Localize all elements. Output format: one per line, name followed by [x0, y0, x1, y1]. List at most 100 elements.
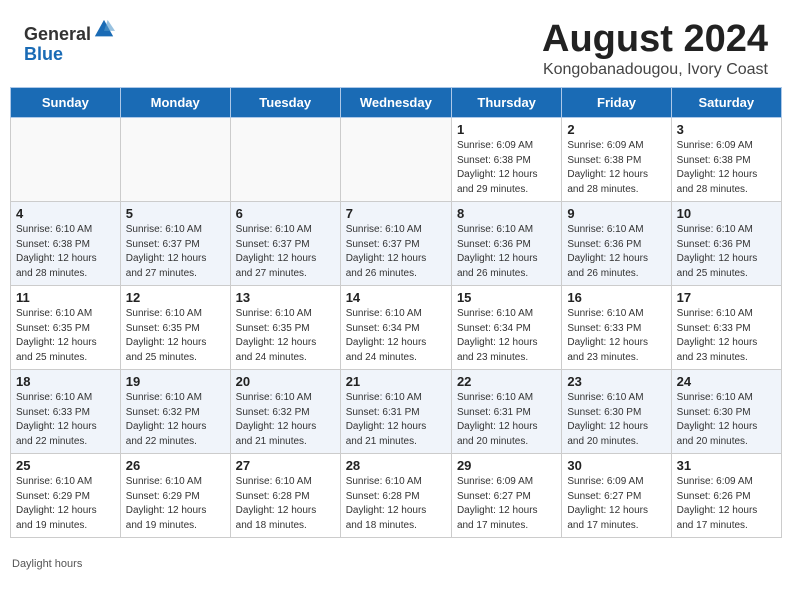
day-number: 31: [677, 458, 776, 473]
day-info: Sunrise: 6:09 AM Sunset: 6:38 PM Dayligh…: [457, 139, 556, 197]
calendar-day-cell: 25Sunrise: 6:10 AM Sunset: 6:29 PM Dayli…: [11, 454, 121, 538]
day-info: Sunrise: 6:10 AM Sunset: 6:31 PM Dayligh…: [346, 391, 446, 449]
day-number: 28: [346, 458, 446, 473]
calendar-week-row: 4 Sunrise: 6:10 AM Sunset: 6:38 PM Daylig…: [11, 202, 782, 286]
calendar-day-cell: 15Sunrise: 6:10 AM Sunset: 6:34 PM Dayli…: [451, 286, 561, 370]
day-number: 11: [16, 290, 115, 305]
calendar-day-cell: 31 Sunrise: 6:09 AM Sunset: 6:26 PM Dayli…: [671, 454, 781, 538]
day-info: Sunrise: 6:10 AM Sunset: 6:36 PM Dayligh…: [567, 223, 665, 281]
calendar-day-cell: [11, 118, 121, 202]
day-number: 29: [457, 458, 556, 473]
calendar-day-cell: 27 Sunrise: 6:10 AM Sunset: 6:28 PM Dayli…: [230, 454, 340, 538]
calendar-day-cell: 22 Sunrise: 6:10 AM Sunset: 6:31 PM Dayli…: [451, 370, 561, 454]
calendar-day-cell: 16Sunrise: 6:10 AM Sunset: 6:33 PM Dayli…: [562, 286, 671, 370]
day-number: 3: [677, 122, 776, 137]
calendar-week-row: 1 Sunrise: 6:09 AM Sunset: 6:38 PM Daylig…: [11, 118, 782, 202]
day-number: 27: [236, 458, 335, 473]
title-block: August 2024 Kongobanadougou, Ivory Coast: [542, 18, 768, 79]
day-of-week-row: SundayMondayTuesdayWednesdayThursdayFrid…: [11, 88, 782, 118]
day-info: Sunrise: 6:10 AM Sunset: 6:33 PM Dayligh…: [677, 307, 776, 365]
dow-header: Wednesday: [340, 88, 451, 118]
day-number: 5: [126, 206, 225, 221]
calendar-week-row: 18 Sunrise: 6:10 AM Sunset: 6:33 PM Dayli…: [11, 370, 782, 454]
day-number: 25: [16, 458, 115, 473]
logo-icon: [93, 18, 115, 40]
day-number: 19: [126, 374, 225, 389]
day-info: Sunrise: 6:10 AM Sunset: 6:38 PM Dayligh…: [16, 223, 115, 281]
calendar-day-cell: [340, 118, 451, 202]
day-info: Sunrise: 6:10 AM Sunset: 6:35 PM Dayligh…: [16, 307, 115, 365]
day-number: 26: [126, 458, 225, 473]
day-number: 22: [457, 374, 556, 389]
day-number: 14: [346, 290, 446, 305]
day-info: Sunrise: 6:09 AM Sunset: 6:26 PM Dayligh…: [677, 475, 776, 533]
day-info: Sunrise: 6:09 AM Sunset: 6:38 PM Dayligh…: [567, 139, 665, 197]
dow-header: Monday: [120, 88, 230, 118]
calendar-day-cell: 7 Sunrise: 6:10 AM Sunset: 6:37 PM Daylig…: [340, 202, 451, 286]
day-number: 2: [567, 122, 665, 137]
calendar-day-cell: 11 Sunrise: 6:10 AM Sunset: 6:35 PM Dayli…: [11, 286, 121, 370]
dow-header: Tuesday: [230, 88, 340, 118]
day-info: Sunrise: 6:10 AM Sunset: 6:37 PM Dayligh…: [126, 223, 225, 281]
day-info: Sunrise: 6:10 AM Sunset: 6:37 PM Dayligh…: [346, 223, 446, 281]
calendar-table: SundayMondayTuesdayWednesdayThursdayFrid…: [10, 87, 782, 538]
day-number: 10: [677, 206, 776, 221]
logo: General Blue: [24, 18, 115, 65]
calendar-day-cell: 12 Sunrise: 6:10 AM Sunset: 6:35 PM Dayli…: [120, 286, 230, 370]
calendar-day-cell: 24 Sunrise: 6:10 AM Sunset: 6:30 PM Dayli…: [671, 370, 781, 454]
calendar-day-cell: 1 Sunrise: 6:09 AM Sunset: 6:38 PM Daylig…: [451, 118, 561, 202]
day-info: Sunrise: 6:10 AM Sunset: 6:33 PM Dayligh…: [16, 391, 115, 449]
calendar-day-cell: 14 Sunrise: 6:10 AM Sunset: 6:34 PM Dayli…: [340, 286, 451, 370]
day-number: 17: [677, 290, 776, 305]
calendar-day-cell: 8Sunrise: 6:10 AM Sunset: 6:36 PM Daylig…: [451, 202, 561, 286]
calendar-day-cell: 9Sunrise: 6:10 AM Sunset: 6:36 PM Daylig…: [562, 202, 671, 286]
day-info: Sunrise: 6:10 AM Sunset: 6:29 PM Dayligh…: [126, 475, 225, 533]
day-info: Sunrise: 6:10 AM Sunset: 6:28 PM Dayligh…: [236, 475, 335, 533]
day-number: 6: [236, 206, 335, 221]
day-info: Sunrise: 6:09 AM Sunset: 6:27 PM Dayligh…: [567, 475, 665, 533]
day-info: Sunrise: 6:10 AM Sunset: 6:30 PM Dayligh…: [677, 391, 776, 449]
day-info: Sunrise: 6:10 AM Sunset: 6:34 PM Dayligh…: [346, 307, 446, 365]
calendar-wrap: SundayMondayTuesdayWednesdayThursdayFrid…: [0, 87, 792, 556]
dow-header: Saturday: [671, 88, 781, 118]
calendar-day-cell: 18 Sunrise: 6:10 AM Sunset: 6:33 PM Dayli…: [11, 370, 121, 454]
day-info: Sunrise: 6:10 AM Sunset: 6:37 PM Dayligh…: [236, 223, 335, 281]
day-info: Sunrise: 6:10 AM Sunset: 6:32 PM Dayligh…: [236, 391, 335, 449]
day-number: 7: [346, 206, 446, 221]
footer-note: Daylight hours: [0, 556, 792, 576]
day-number: 1: [457, 122, 556, 137]
calendar-day-cell: 21 Sunrise: 6:10 AM Sunset: 6:31 PM Dayli…: [340, 370, 451, 454]
day-info: Sunrise: 6:10 AM Sunset: 6:31 PM Dayligh…: [457, 391, 556, 449]
day-number: 20: [236, 374, 335, 389]
logo-general: General: [24, 24, 91, 44]
calendar-day-cell: 23Sunrise: 6:10 AM Sunset: 6:30 PM Dayli…: [562, 370, 671, 454]
day-number: 21: [346, 374, 446, 389]
calendar-day-cell: 29 Sunrise: 6:09 AM Sunset: 6:27 PM Dayli…: [451, 454, 561, 538]
day-number: 13: [236, 290, 335, 305]
day-info: Sunrise: 6:10 AM Sunset: 6:32 PM Dayligh…: [126, 391, 225, 449]
calendar-day-cell: 3Sunrise: 6:09 AM Sunset: 6:38 PM Daylig…: [671, 118, 781, 202]
day-number: 16: [567, 290, 665, 305]
calendar-day-cell: 10Sunrise: 6:10 AM Sunset: 6:36 PM Dayli…: [671, 202, 781, 286]
dow-header: Thursday: [451, 88, 561, 118]
day-info: Sunrise: 6:10 AM Sunset: 6:28 PM Dayligh…: [346, 475, 446, 533]
calendar-day-cell: [230, 118, 340, 202]
day-info: Sunrise: 6:10 AM Sunset: 6:35 PM Dayligh…: [126, 307, 225, 365]
page-header: General Blue August 2024 Kongobanadougou…: [0, 0, 792, 87]
calendar-day-cell: 2 Sunrise: 6:09 AM Sunset: 6:38 PM Daylig…: [562, 118, 671, 202]
calendar-week-row: 25 Sunrise: 6:10 AM Sunset: 6:29 PM Dayli…: [11, 454, 782, 538]
calendar-day-cell: 19 Sunrise: 6:10 AM Sunset: 6:32 PM Dayli…: [120, 370, 230, 454]
calendar-day-cell: 30 Sunrise: 6:09 AM Sunset: 6:27 PM Dayli…: [562, 454, 671, 538]
calendar-day-cell: 26 Sunrise: 6:10 AM Sunset: 6:29 PM Dayli…: [120, 454, 230, 538]
sub-title: Kongobanadougou, Ivory Coast: [542, 61, 768, 79]
day-number: 24: [677, 374, 776, 389]
day-info: Sunrise: 6:10 AM Sunset: 6:36 PM Dayligh…: [457, 223, 556, 281]
calendar-day-cell: 6 Sunrise: 6:10 AM Sunset: 6:37 PM Daylig…: [230, 202, 340, 286]
day-number: 12: [126, 290, 225, 305]
calendar-day-cell: 5 Sunrise: 6:10 AM Sunset: 6:37 PM Daylig…: [120, 202, 230, 286]
day-number: 30: [567, 458, 665, 473]
day-info: Sunrise: 6:09 AM Sunset: 6:27 PM Dayligh…: [457, 475, 556, 533]
day-number: 4: [16, 206, 115, 221]
day-number: 18: [16, 374, 115, 389]
calendar-day-cell: 13Sunrise: 6:10 AM Sunset: 6:35 PM Dayli…: [230, 286, 340, 370]
